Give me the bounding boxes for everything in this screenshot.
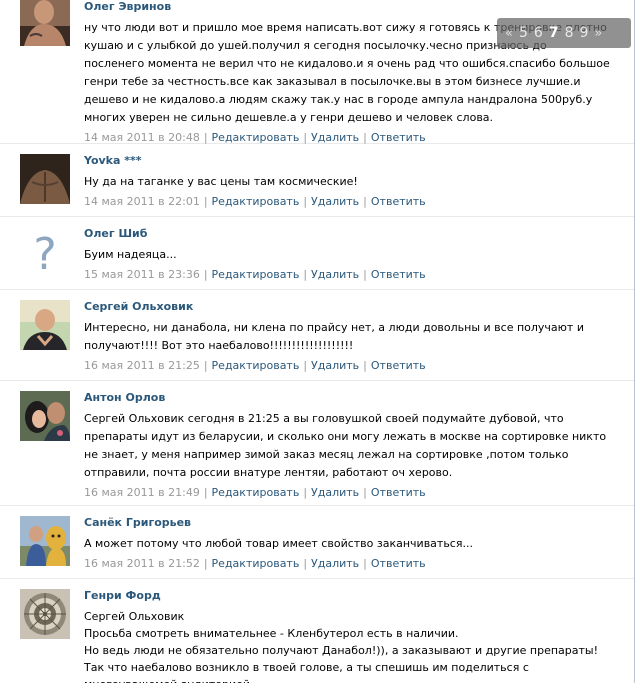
- avatar[interactable]: ?: [20, 227, 70, 277]
- separator: |: [203, 131, 208, 144]
- page-switcher: «5 6 7 8 9»: [497, 18, 631, 48]
- comment-date: 16 мая 2011 в 21:52: [84, 557, 200, 570]
- separator: |: [363, 486, 367, 499]
- question-mark-icon: ?: [20, 227, 70, 277]
- avatar[interactable]: [20, 300, 70, 350]
- comment-date: 15 мая 2011 в 23:36: [84, 268, 200, 281]
- page-link-current[interactable]: 7: [549, 18, 560, 48]
- comment-date: 16 мая 2011 в 21:49: [84, 486, 200, 499]
- avatar-photo-icon: [20, 300, 70, 350]
- comment-author-link[interactable]: Антон Орлов: [84, 391, 610, 405]
- comment-meta: 15 мая 2011 в 23:36 | Редактировать | Удалит…: [84, 268, 610, 282]
- comment-meta: 14 мая 2011 в 20:48 | Редактировать | Удалит…: [84, 131, 610, 145]
- comment-author-link[interactable]: Сергей Ольховик: [84, 300, 610, 314]
- avatar-photo-icon: [20, 0, 70, 46]
- comment-meta: 14 мая 2011 в 22:01 | Редактировать | Удалит…: [84, 195, 610, 209]
- reply-link[interactable]: Ответить: [371, 359, 426, 372]
- avatar-photo-icon: [20, 154, 70, 204]
- comment-text: Интересно, ни данабола, ни клена по прай…: [84, 321, 584, 352]
- separator: |: [363, 268, 367, 281]
- page-link[interactable]: 8: [565, 18, 575, 48]
- comment-author-link[interactable]: Олег Шиб: [84, 227, 610, 241]
- edit-link[interactable]: Редактировать: [212, 486, 300, 499]
- edit-link[interactable]: Редактировать: [212, 131, 300, 144]
- prev-arrow-icon[interactable]: «: [505, 19, 514, 49]
- edit-link[interactable]: Редактировать: [212, 195, 300, 208]
- comment-item: Сергей Ольховик Интересно, ни данабола, …: [0, 290, 634, 381]
- separator: |: [363, 195, 367, 208]
- comment-date: 14 мая 2011 в 22:01: [84, 195, 200, 208]
- comment-text: Сергей Ольховик Просьба смотреть внимате…: [84, 610, 598, 683]
- edit-link[interactable]: Редактировать: [212, 557, 300, 570]
- comment-item: Генри Форд Сергей Ольховик Просьба смотр…: [0, 579, 634, 683]
- separator: |: [303, 557, 308, 570]
- separator: |: [303, 195, 308, 208]
- avatar[interactable]: [20, 589, 70, 639]
- reply-link[interactable]: Ответить: [371, 486, 426, 499]
- comments-frame: Олег Эвринов ну что люди вот и пришло мо…: [0, 0, 635, 683]
- comment-date: 16 мая 2011 в 21:25: [84, 359, 200, 372]
- delete-link[interactable]: Удалить: [311, 557, 359, 570]
- comment-author-link[interactable]: Санёк Григорьев: [84, 516, 610, 530]
- separator: |: [303, 131, 308, 144]
- svg-text:?: ?: [33, 229, 56, 277]
- separator: |: [303, 359, 308, 372]
- comment-date: 14 мая 2011 в 20:48: [84, 131, 200, 144]
- comment-text: А может потому что любой товар имеет сво…: [84, 537, 473, 550]
- page-link[interactable]: 5: [519, 18, 529, 48]
- edit-link[interactable]: Редактировать: [212, 359, 300, 372]
- avatar-photo-icon: [20, 391, 70, 441]
- reply-link[interactable]: Ответить: [371, 557, 426, 570]
- ornament-pattern-icon: [20, 589, 70, 639]
- separator: |: [303, 486, 308, 499]
- separator: |: [363, 359, 367, 372]
- reply-link[interactable]: Ответить: [371, 268, 426, 281]
- comment-author-link[interactable]: Олег Эвринов: [84, 0, 610, 14]
- delete-link[interactable]: Удалить: [311, 486, 359, 499]
- separator: |: [203, 486, 208, 499]
- delete-link[interactable]: Удалить: [311, 195, 359, 208]
- separator: |: [363, 557, 367, 570]
- comment-meta: 16 мая 2011 в 21:52 | Редактировать | Удалит…: [84, 557, 610, 571]
- comment-item: Санёк Григорьев А может потому что любой…: [0, 506, 634, 579]
- avatar[interactable]: [20, 516, 70, 566]
- comment-author-link[interactable]: Yovka ***: [84, 154, 610, 168]
- separator: |: [203, 195, 208, 208]
- page-link[interactable]: 6: [534, 18, 544, 48]
- delete-link[interactable]: Удалить: [311, 268, 359, 281]
- comment-text: Буим надеяца...: [84, 248, 177, 261]
- separator: |: [203, 268, 208, 281]
- separator: |: [303, 268, 308, 281]
- comment-item: Yovka *** Ну да на таганке у вас цены та…: [0, 144, 634, 217]
- avatar[interactable]: [20, 0, 70, 46]
- reply-link[interactable]: Ответить: [371, 195, 426, 208]
- delete-link[interactable]: Удалить: [311, 359, 359, 372]
- comment-text: Сергей Ольховик сегодня в 21:25 а вы гол…: [84, 412, 607, 479]
- separator: |: [203, 359, 208, 372]
- comment-item: ? Олег Шиб Буим надеяца... 15 мая 2011 в…: [0, 217, 634, 290]
- separator: |: [203, 557, 208, 570]
- avatar[interactable]: [20, 391, 70, 441]
- page-link[interactable]: 9: [579, 18, 589, 48]
- next-arrow-icon[interactable]: »: [594, 19, 603, 49]
- delete-link[interactable]: Удалить: [311, 131, 359, 144]
- avatar-photo-icon: [20, 516, 70, 566]
- edit-link[interactable]: Редактировать: [212, 268, 300, 281]
- reply-link[interactable]: Ответить: [371, 131, 426, 144]
- separator: |: [363, 131, 367, 144]
- comment-item: Антон Орлов Сергей Ольховик сегодня в 21…: [0, 381, 634, 506]
- comment-text: Ну да на таганке у вас цены там космичес…: [84, 175, 358, 188]
- comment-meta: 16 мая 2011 в 21:25 | Редактировать | Удалит…: [84, 359, 610, 373]
- comment-meta: 16 мая 2011 в 21:49 | Редактировать | Удалит…: [84, 486, 610, 500]
- comment-author-link[interactable]: Генри Форд: [84, 589, 610, 603]
- avatar[interactable]: [20, 154, 70, 204]
